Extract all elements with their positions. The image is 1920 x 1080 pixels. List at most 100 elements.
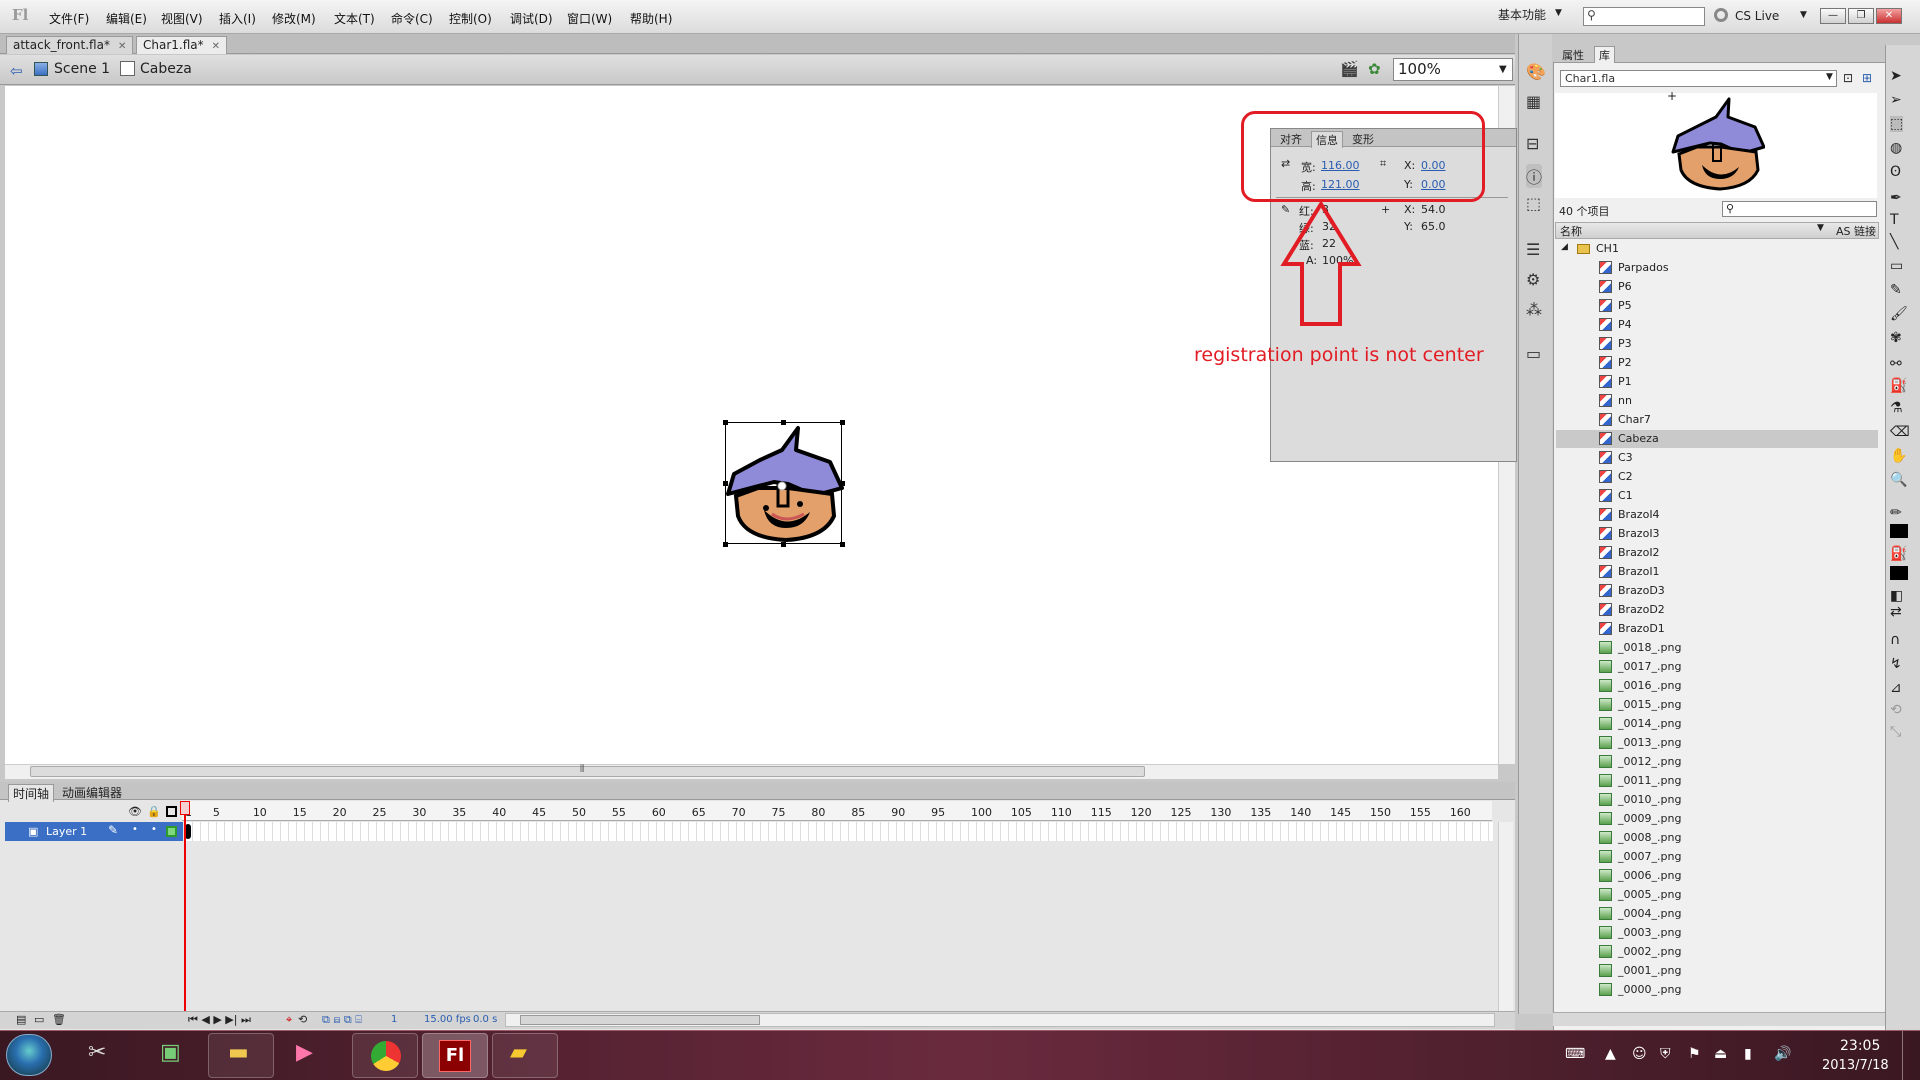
transform-handle[interactable] [840,542,845,547]
column-linkage[interactable]: AS 链接 [1836,223,1876,239]
library-item[interactable]: P2 [1556,354,1878,372]
cslive-icon[interactable] [1714,8,1728,22]
library-search-input[interactable] [1722,201,1877,217]
tab-library[interactable]: 库 [1594,46,1615,63]
library-item[interactable]: _0005_.png [1556,886,1878,904]
library-item[interactable]: Parpados [1556,259,1878,277]
bone-tool-icon[interactable]: ⚯ [1890,356,1902,372]
transform-icon[interactable]: ⬚ [1526,194,1541,213]
rectangle-tool-icon[interactable]: ▭ [1890,258,1903,274]
new-layer-icon[interactable]: ▤ [16,1013,26,1026]
library-item[interactable]: BrazoI1 [1556,563,1878,581]
breadcrumb-scene[interactable]: Scene 1 [54,61,110,77]
timeline-vscroll[interactable] [1498,822,1513,1011]
library-item[interactable]: _0006_.png [1556,867,1878,885]
restore-button[interactable]: ❐ [1848,8,1874,24]
close-icon[interactable]: ✕ [118,41,126,52]
align-icon[interactable]: ⊟ [1526,134,1539,153]
breadcrumb-symbol[interactable]: Cabeza [140,61,192,77]
lock-icon[interactable]: 🔒 [147,805,161,818]
library-item[interactable]: _0008_.png [1556,829,1878,847]
library-item[interactable]: C2 [1556,468,1878,486]
close-button[interactable]: ✕ [1876,8,1902,24]
library-item[interactable]: BrazoD1 [1556,620,1878,638]
close-icon[interactable]: ✕ [212,41,220,52]
clock-date[interactable]: 2013/7/18 [1822,1058,1889,1073]
library-item[interactable]: _0018_.png [1556,639,1878,657]
help-search-input[interactable] [1583,7,1705,26]
edit-symbols-icon[interactable]: ✿ [1368,60,1381,78]
playback-controls[interactable]: ⏮ ◀ ▶ ▶| ⏭ [188,1013,251,1027]
library-item[interactable]: _0012_.png [1556,753,1878,771]
pin-icon[interactable]: ⊡ [1843,71,1853,85]
library-item[interactable]: P6 [1556,278,1878,296]
library-item[interactable]: _0010_.png [1556,791,1878,809]
zoom-tool-icon[interactable]: 🔍 [1890,472,1907,488]
chevron-down-icon[interactable]: ▼ [1555,8,1562,18]
keyboard-icon[interactable]: ⌨ [1565,1046,1585,1062]
library-item[interactable]: _0017_.png [1556,658,1878,676]
terminal-icon[interactable]: ▣ [160,1040,181,1065]
tab-attack-front[interactable]: attack_front.fla* ✕ [6,36,134,54]
menu-item[interactable]: 窗口(W) [567,10,612,27]
fill-color-icon[interactable]: ⛽ [1890,546,1907,562]
workspace-switcher[interactable]: 基本功能 [1498,6,1546,23]
scene-panel-icon[interactable]: ▭ [1526,344,1541,363]
selection-tool-icon[interactable]: ➤ [1890,68,1902,84]
onion-skin-icons[interactable]: ⧉ ⧈ ⧉ ⌸ [322,1013,362,1027]
playhead[interactable] [184,801,186,1013]
chevron-down-icon[interactable]: ▼ [1826,72,1833,82]
3d-rotation-tool-icon[interactable]: ◍ [1890,140,1902,156]
menu-item[interactable]: 插入(I) [219,10,256,27]
lock-dot[interactable]: • [151,824,157,835]
sort-icon[interactable]: ▼ [1817,223,1824,233]
volume-icon[interactable]: 🔊 [1774,1046,1791,1062]
tab-char1[interactable]: Char1.fla* ✕ [136,36,228,54]
menu-item[interactable]: 视图(V) [161,10,203,27]
info-icon[interactable]: ⓘ [1526,164,1543,188]
pencil-tool-icon[interactable]: ✎ [1890,282,1902,298]
transform-handle[interactable] [781,542,786,547]
color-icon[interactable]: 🎨 [1526,62,1546,81]
frame-rate[interactable]: 15.00 fps [424,1014,471,1025]
scrollbar-thumb[interactable] [30,766,1145,777]
show-hidden-icons[interactable]: ▲ [1605,1046,1616,1062]
center-frame-icon[interactable]: ⌖ [286,1013,292,1027]
usb-icon[interactable]: ⏏ [1714,1046,1727,1062]
menu-item[interactable]: 编辑(E) [106,10,147,27]
library-item[interactable]: _0009_.png [1556,810,1878,828]
transform-handle[interactable] [723,481,728,486]
library-item[interactable]: BrazoI3 [1556,525,1878,543]
library-item[interactable]: _0003_.png [1556,924,1878,942]
library-item[interactable]: nn [1556,392,1878,410]
library-file-select[interactable]: Char1.fla [1560,70,1837,87]
layer-name[interactable]: Layer 1 [46,825,87,838]
library-item[interactable]: Cabeza [1556,430,1878,448]
menu-item[interactable]: 调试(D) [510,10,553,27]
components-icon[interactable]: ⚙ [1526,270,1540,289]
swatches-icon[interactable]: ▦ [1526,92,1541,111]
library-item[interactable]: _0004_.png [1556,905,1878,923]
edit-scene-icon[interactable]: 🎬 [1340,60,1359,78]
library-item[interactable]: _0013_.png [1556,734,1878,752]
straighten-icon[interactable]: ⊿ [1890,680,1902,696]
swap-colors-icon[interactable]: ⇄ [1890,604,1902,620]
user-icon[interactable]: ☺ [1632,1046,1647,1062]
menu-item[interactable]: 文本(T) [334,10,375,27]
minimize-button[interactable]: — [1820,8,1846,24]
start-button[interactable] [6,1034,52,1076]
playhead-handle[interactable] [180,801,190,815]
selection-bounding-box[interactable] [725,422,842,544]
new-library-icon[interactable]: ⊞ [1862,71,1872,85]
snipping-tool-icon[interactable]: ✂ [88,1040,106,1065]
outline-icon[interactable] [166,806,177,817]
motion-presets-icon[interactable]: ⁂ [1526,300,1542,319]
black-white-icon[interactable]: ◧ [1890,588,1903,604]
library-item[interactable]: C3 [1556,449,1878,467]
library-item[interactable]: BrazoD3 [1556,582,1878,600]
media-player-icon[interactable]: ▶ [296,1040,313,1065]
column-name[interactable]: 名称 [1560,223,1582,239]
library-item[interactable]: BrazoI2 [1556,544,1878,562]
eraser-tool-icon[interactable]: ⌫ [1890,424,1910,440]
fill-color-swatch[interactable] [1890,566,1908,580]
